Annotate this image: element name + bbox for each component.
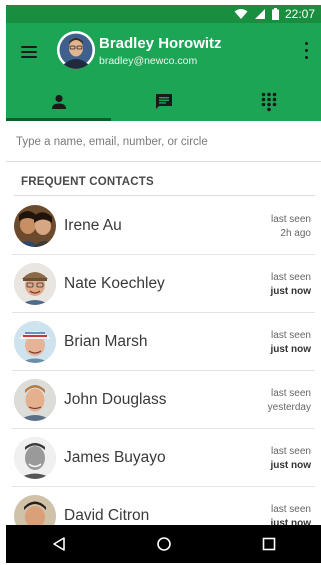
last-seen-label: last seen [270,214,311,225]
status-icons: 22:07 [234,7,315,21]
contact-avatar [14,379,56,421]
contact-item[interactable]: Irene Au last seen 2h ago [12,197,315,255]
contact-item[interactable]: James Buyayo last seen just now [12,429,315,487]
home-button[interactable] [144,529,184,559]
app-frame: 22:07 Bradley Horowitz bradley@newco.com [6,5,321,525]
wifi-icon [234,9,248,19]
contact-name: Irene Au [64,217,122,234]
contact-name: John Douglass [64,391,167,408]
recents-icon [262,537,275,551]
dialpad-icon [261,92,276,112]
back-icon [52,537,65,551]
user-email: bradley@newco.com [99,55,198,67]
contact-avatar [14,321,56,363]
last-seen-time: just now [270,286,311,297]
contact-name: David Citron [64,507,150,524]
last-seen-time: just now [270,460,311,471]
recents-button[interactable] [249,529,289,559]
tab-dialpad[interactable] [216,83,321,121]
last-seen: last seen just now [270,503,311,525]
contact-avatar [14,495,56,525]
contact-name: Brian Marsh [64,333,148,350]
message-icon [155,94,172,109]
contact-item[interactable]: Nate Koechley last seen just now [12,255,315,313]
signal-icon [254,9,265,19]
tab-messages[interactable] [111,83,216,121]
last-seen-label: last seen [270,272,311,283]
contact-item[interactable]: Brian Marsh last seen just now [12,313,315,371]
last-seen-time: 2h ago [280,228,311,239]
tab-bar [6,83,321,121]
status-time: 22:07 [284,7,315,21]
app-bar: Bradley Horowitz bradley@newco.com [6,23,321,83]
more-vert-icon[interactable] [301,40,311,62]
tab-people[interactable] [6,83,111,121]
back-button[interactable] [39,529,79,559]
contact-avatar [14,205,56,247]
last-seen: last seen just now [270,271,311,299]
section-divider [14,195,315,196]
last-seen-time: just now [270,518,311,525]
last-seen: last seen just now [270,329,311,357]
contact-list: Irene Au last seen 2h ago Nate Koechley … [6,197,321,525]
last-seen-label: last seen [270,388,311,399]
last-seen: last seen just now [270,445,311,473]
contact-name: James Buyayo [64,449,166,466]
contact-item[interactable]: John Douglass last seen yesterday [12,371,315,429]
home-icon [156,537,171,551]
search-bar [6,121,321,162]
contact-item[interactable]: David Citron last seen just now [12,487,315,525]
last-seen-time: just now [270,344,311,355]
last-seen: last seen 2h ago [271,213,311,241]
last-seen: last seen yesterday [268,387,311,415]
user-avatar[interactable] [57,31,95,69]
menu-icon[interactable] [19,42,39,62]
last-seen-label: last seen [270,446,311,457]
contact-avatar [14,437,56,479]
system-nav-bar [6,525,321,563]
person-icon [51,94,66,109]
last-seen-label: last seen [270,330,311,341]
status-bar: 22:07 [6,5,321,23]
contact-avatar [14,263,56,305]
contact-name: Nate Koechley [64,275,165,292]
section-title: FREQUENT CONTACTS [21,176,154,188]
last-seen-time: yesterday [267,402,311,413]
search-input[interactable] [14,131,313,153]
battery-icon [271,8,279,20]
last-seen-label: last seen [270,504,311,515]
user-name: Bradley Horowitz [99,35,222,52]
